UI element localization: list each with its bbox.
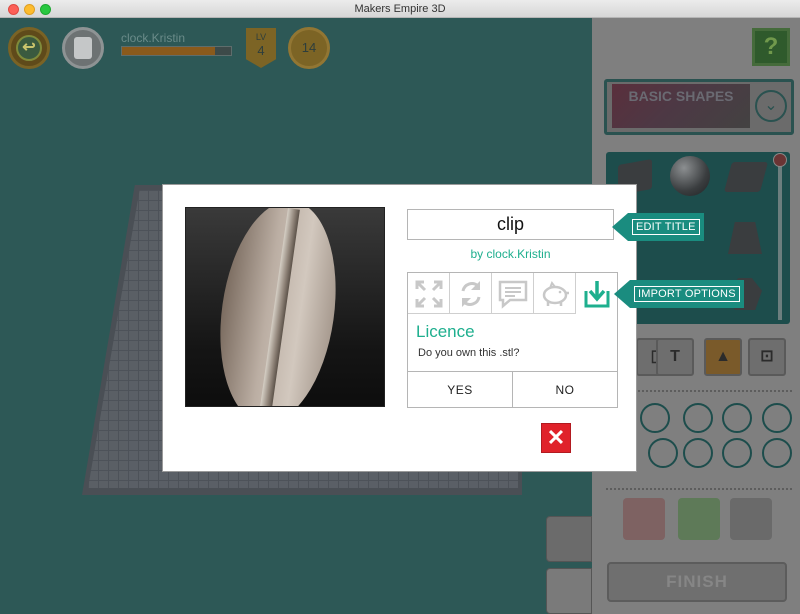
close-dialog-button[interactable]: ✕ bbox=[541, 423, 571, 453]
yes-button[interactable]: YES bbox=[408, 371, 513, 408]
window-title: Makers Empire 3D bbox=[354, 3, 446, 15]
window-close-button[interactable] bbox=[8, 4, 19, 15]
licence-question: Do you own this .stl? bbox=[418, 347, 520, 359]
edit-title-callout: EDIT TITLE bbox=[612, 213, 704, 241]
fullscreen-icon bbox=[415, 280, 443, 308]
model-preview bbox=[185, 207, 385, 407]
edit-title-label: EDIT TITLE bbox=[632, 219, 700, 235]
comment-icon bbox=[498, 280, 528, 309]
window-title-bar: Makers Empire 3D bbox=[0, 0, 800, 18]
import-icon bbox=[584, 281, 610, 308]
import-options-callout: IMPORT OPTIONS bbox=[614, 280, 744, 308]
piggy-bank-icon bbox=[542, 280, 569, 306]
import-options-label: IMPORT OPTIONS bbox=[634, 286, 740, 302]
comment-button[interactable] bbox=[492, 273, 534, 314]
import-dialog: clip by clock.Kristin Licence Do you own… bbox=[162, 184, 637, 472]
callout-arrow bbox=[614, 280, 630, 308]
callout-arrow bbox=[612, 213, 628, 241]
licence-heading: Licence bbox=[416, 322, 475, 341]
rotate-button[interactable] bbox=[450, 273, 492, 314]
import-options-box: Licence Do you own this .stl? YES NO bbox=[407, 272, 618, 408]
window-minimize-button[interactable] bbox=[24, 4, 35, 15]
rotate-icon bbox=[461, 281, 481, 307]
import-button[interactable] bbox=[576, 273, 618, 314]
author-label: by clock.Kristin bbox=[470, 247, 551, 261]
window-maximize-button[interactable] bbox=[40, 4, 51, 15]
no-button[interactable]: NO bbox=[513, 371, 617, 408]
title-input[interactable]: clip bbox=[407, 209, 614, 240]
fullscreen-button[interactable] bbox=[408, 273, 450, 314]
piggy-bank-button[interactable] bbox=[534, 273, 576, 314]
